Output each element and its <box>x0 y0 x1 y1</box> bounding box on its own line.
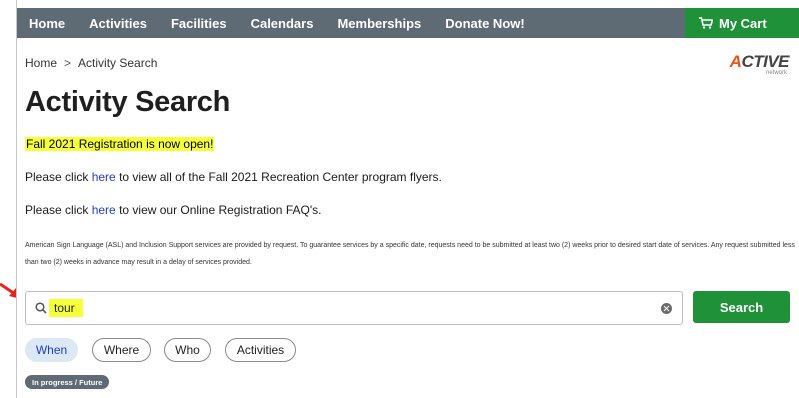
search-input[interactable]: tour <box>25 291 683 325</box>
breadcrumb-current: Activity Search <box>78 56 158 70</box>
filter-when[interactable]: When <box>25 338 78 362</box>
nav-activities[interactable]: Activities <box>89 16 147 31</box>
flyers-paragraph: Please click here to view all of the Fal… <box>25 170 442 184</box>
nav-home[interactable]: Home <box>29 16 65 31</box>
status-chip[interactable]: In progress / Future <box>25 375 110 389</box>
breadcrumb-separator: > <box>64 56 72 70</box>
faq-link[interactable]: here <box>92 203 116 217</box>
faq-paragraph: Please click here to view our Online Reg… <box>25 203 322 217</box>
nav-memberships[interactable]: Memberships <box>337 16 421 31</box>
page-frame: Home Activities Facilities Calendars Mem… <box>16 0 799 398</box>
cart-label: My Cart <box>719 15 767 31</box>
flyers-link[interactable]: here <box>92 170 116 184</box>
asl-support-notice: American Sign Language (ASL) and Inclusi… <box>25 242 795 266</box>
filter-who[interactable]: Who <box>164 338 211 362</box>
filter-activities[interactable]: Activities <box>225 338 296 362</box>
filter-where[interactable]: Where <box>92 338 151 362</box>
clear-icon[interactable] <box>661 303 672 314</box>
nav-calendars[interactable]: Calendars <box>251 16 314 31</box>
nav-facilities[interactable]: Facilities <box>171 16 227 31</box>
active-network-logo: ACTIVE network <box>729 52 790 76</box>
breadcrumb-home[interactable]: Home <box>25 56 57 70</box>
search-icon <box>35 302 47 314</box>
my-cart-button[interactable]: My Cart <box>685 8 799 38</box>
registration-announcement: Fall 2021 Registration is now open! <box>25 137 215 151</box>
cart-icon <box>699 17 713 29</box>
nav-donate[interactable]: Donate Now! <box>445 16 524 31</box>
page-title: Activity Search <box>25 86 231 118</box>
search-value: tour <box>49 299 83 317</box>
search-button[interactable]: Search <box>693 291 790 323</box>
breadcrumb: Home > Activity Search <box>25 56 157 70</box>
top-navigation: Home Activities Facilities Calendars Mem… <box>17 8 799 38</box>
